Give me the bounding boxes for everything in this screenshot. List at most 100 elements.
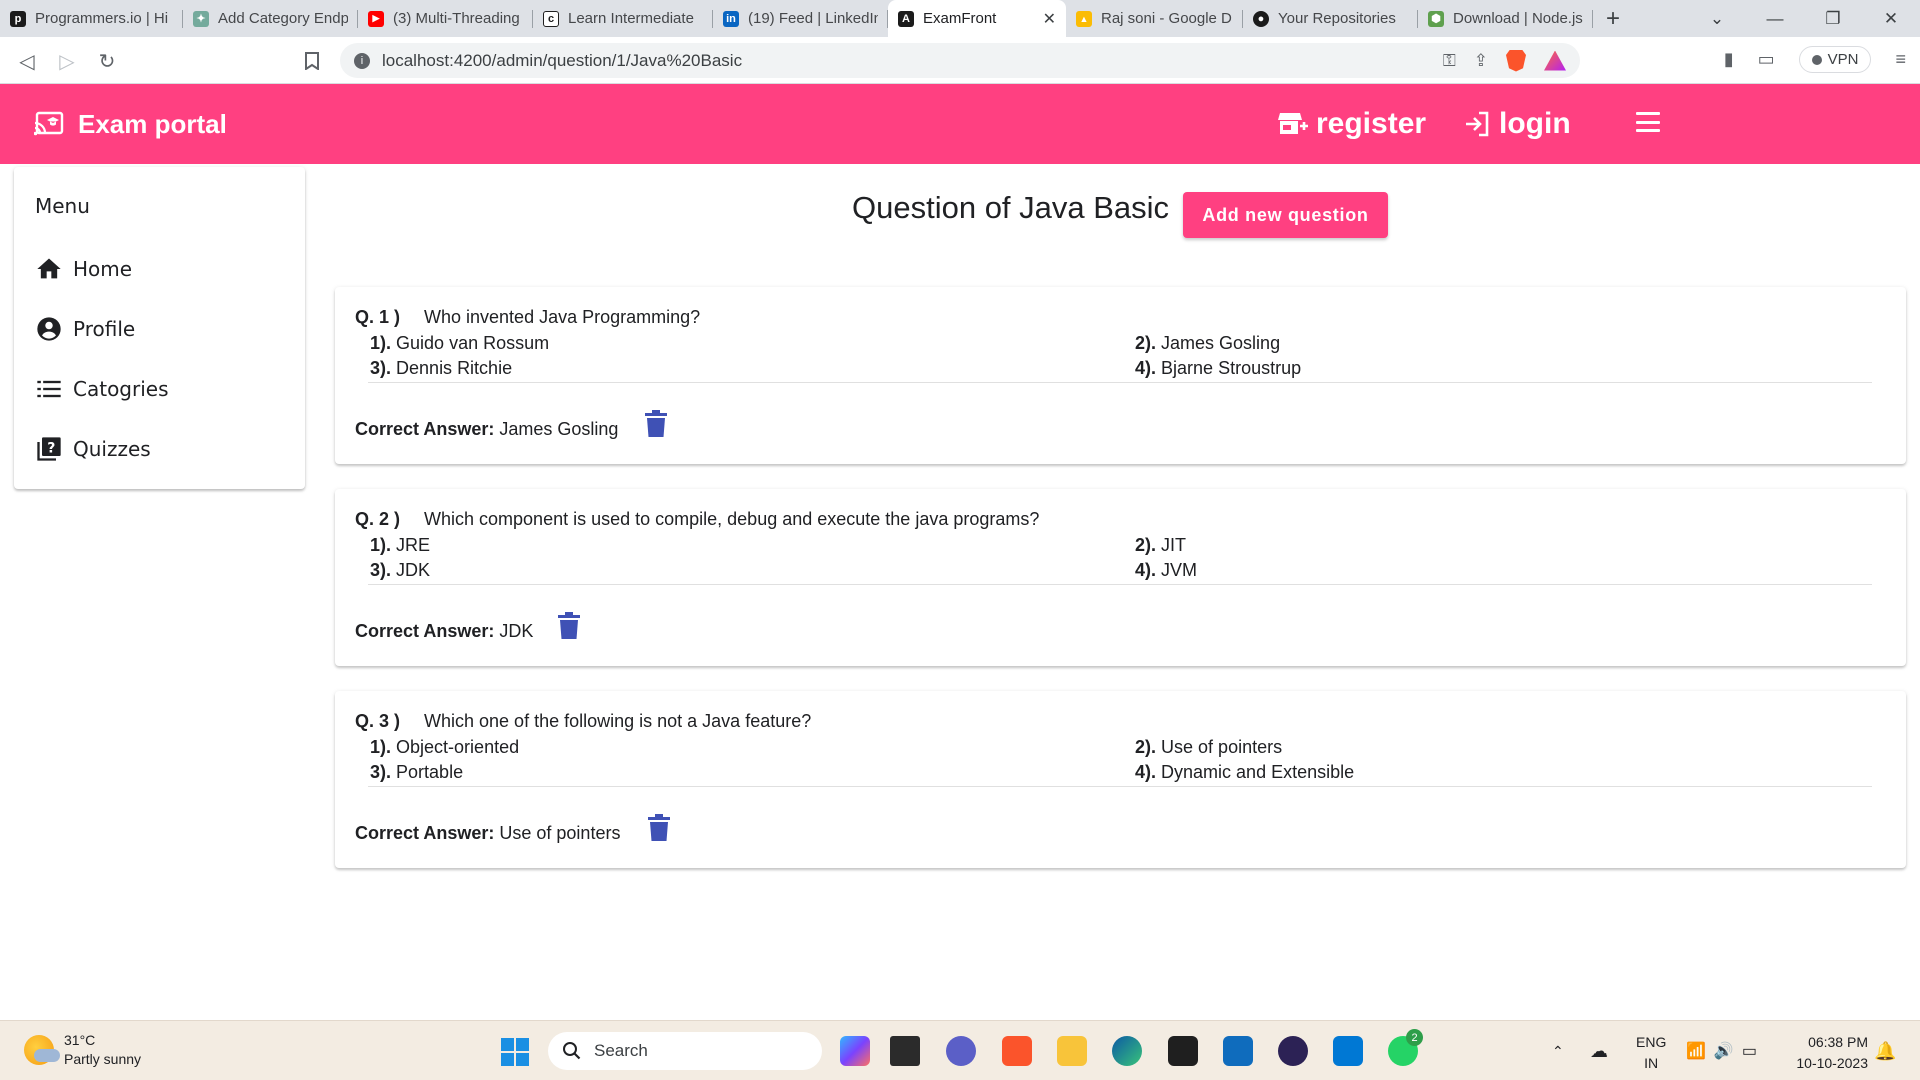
quiz-icon: ? xyxy=(37,437,61,461)
task-view-icon[interactable] xyxy=(890,1036,920,1066)
screen-recorder-icon[interactable] xyxy=(1168,1036,1198,1066)
minimize-icon[interactable]: — xyxy=(1746,0,1804,37)
tab-label: Learn Intermediate xyxy=(568,10,694,27)
new-tab-button[interactable]: + xyxy=(1593,0,1633,37)
option-4: 4). JVM xyxy=(1135,560,1198,580)
clock[interactable]: 06:38 PM 10-10-2023 xyxy=(1796,1032,1868,1074)
onedrive-icon[interactable]: ☁ xyxy=(1590,1021,1608,1080)
back-icon[interactable]: ◁ xyxy=(12,46,42,76)
bookmark-icon[interactable] xyxy=(297,46,327,76)
restore-icon[interactable]: ❐ xyxy=(1804,0,1862,37)
correct-answer: Correct Answer: Use of pointers xyxy=(355,823,621,843)
share-icon[interactable]: ⇪ xyxy=(1474,51,1488,71)
sidebar-item-categories[interactable]: Catogries xyxy=(35,369,285,409)
menu-toggle-icon[interactable] xyxy=(1636,112,1660,132)
sidebar-item-quizzes[interactable]: ? Quizzes xyxy=(35,429,285,469)
language-indicator[interactable]: ENG IN xyxy=(1636,1032,1666,1074)
forward-icon[interactable]: ▷ xyxy=(52,46,82,76)
show-hidden-icons-icon[interactable]: ⌃ xyxy=(1552,1021,1564,1080)
brand[interactable]: Exam portal xyxy=(34,84,227,164)
login-link[interactable]: login xyxy=(1463,84,1571,164)
option-4: 4). Dynamic and Extensible xyxy=(1135,762,1355,782)
option-2: 2). James Gosling xyxy=(1135,333,1281,353)
date: 10-10-2023 xyxy=(1796,1055,1868,1071)
cast-for-education-icon xyxy=(34,111,64,136)
sidebar-item-profile[interactable]: Profile xyxy=(35,309,285,349)
sidebar-item-home[interactable]: Home xyxy=(35,249,285,289)
browser-tab[interactable]: ● Your Repositories xyxy=(1243,0,1418,37)
sidebar-item-label: Profile xyxy=(73,317,136,341)
google-drive-favicon-icon: ▲ xyxy=(1076,10,1092,27)
windows-taskbar: 31°C Partly sunny Search 2 ⌃ ☁ ENG IN 📶 … xyxy=(0,1020,1920,1080)
copilot-icon[interactable] xyxy=(840,1036,870,1066)
delete-icon[interactable] xyxy=(558,612,580,639)
register-link[interactable]: register xyxy=(1278,84,1426,164)
option-3: 3). Portable xyxy=(370,762,464,782)
store-add-icon xyxy=(1278,113,1308,134)
login-label: login xyxy=(1499,107,1571,140)
url-text[interactable]: localhost:4200/admin/question/1/Java%20B… xyxy=(382,51,742,71)
eclipse-icon[interactable] xyxy=(1278,1036,1308,1066)
volume-icon: 🔊 xyxy=(1713,1043,1734,1060)
options-divider xyxy=(368,382,1872,383)
vscode-icon[interactable] xyxy=(1333,1036,1363,1066)
question-number: Q. 3 ) xyxy=(355,711,401,731)
question-card: Q. 1 ) Who invented Java Programming? 1).… xyxy=(335,287,1906,464)
linkedin-favicon-icon: in xyxy=(723,10,739,27)
teams-chat-icon[interactable] xyxy=(946,1036,976,1066)
tab-label: Programmers.io | Hi xyxy=(35,10,169,27)
add-new-question-button[interactable]: Add new question xyxy=(1183,192,1388,238)
site-info-icon[interactable]: i xyxy=(354,52,370,69)
browser-tab[interactable]: ▶ (3) Multi-Threading xyxy=(358,0,533,37)
sidebar-toggle-icon[interactable]: ▮ xyxy=(1724,49,1734,70)
option-3: 3). JDK xyxy=(370,560,431,580)
password-key-icon[interactable]: ⚿ xyxy=(1443,51,1456,71)
option-1: 1). Object-oriented xyxy=(370,737,520,757)
browser-tab[interactable]: ✦ Add Category Endp xyxy=(183,0,358,37)
delete-icon[interactable] xyxy=(648,814,670,841)
vpn-status-icon xyxy=(1811,54,1822,65)
svg-text:?: ? xyxy=(47,441,55,457)
brave-rewards-icon[interactable] xyxy=(1544,50,1566,71)
wallet-icon[interactable]: ▭ xyxy=(1758,49,1775,70)
browser-tab[interactable]: ▲ Raj soni - Google D xyxy=(1066,0,1243,37)
home-icon xyxy=(37,258,61,279)
correct-answer-value: JDK xyxy=(499,621,534,641)
brave-shields-icon[interactable] xyxy=(1506,49,1526,72)
browser-tab[interactable]: p Programmers.io | Hi xyxy=(0,0,183,37)
browser-menu-icon[interactable]: ≡ xyxy=(1895,49,1906,70)
openai-favicon-icon: ✦ xyxy=(193,10,209,27)
vpn-button[interactable]: VPN xyxy=(1798,46,1872,73)
url-bar[interactable]: i localhost:4200/admin/question/1/Java%2… xyxy=(340,43,1580,78)
browser-tab[interactable]: in (19) Feed | LinkedIn xyxy=(713,0,888,37)
browser-tab-active[interactable]: A ExamFront ✕ xyxy=(888,0,1066,37)
microsoft-store-icon[interactable] xyxy=(1223,1036,1253,1066)
start-icon[interactable] xyxy=(501,1038,529,1066)
sidebar-item-label: Home xyxy=(73,257,133,281)
search-label: Search xyxy=(594,1041,648,1060)
taskbar-search[interactable]: Search xyxy=(548,1032,822,1070)
question-text: Who invented Java Programming? xyxy=(424,307,701,327)
question-text: Which one of the following is not a Java… xyxy=(424,711,812,731)
notifications-icon[interactable]: 🔔 xyxy=(1874,1021,1896,1080)
question-line: Q. 2 ) Which component is used to compile… xyxy=(355,509,1039,530)
whatsapp-badge: 2 xyxy=(1406,1029,1423,1046)
browser-tab[interactable]: ⬢ Download | Node.js xyxy=(1418,0,1593,37)
account-circle-icon xyxy=(37,317,61,341)
edge-icon[interactable] xyxy=(1112,1036,1142,1066)
programmers-favicon-icon: p xyxy=(10,10,26,27)
course-favicon-icon: c xyxy=(543,10,559,27)
search-icon xyxy=(563,1042,581,1060)
option-2: 2). Use of pointers xyxy=(1135,737,1283,757)
tab-search-icon[interactable]: ⌄ xyxy=(1688,0,1746,37)
weather-widget[interactable]: 31°C Partly sunny xyxy=(24,1031,141,1069)
brave-browser-icon[interactable] xyxy=(1002,1036,1032,1066)
delete-icon[interactable] xyxy=(645,410,667,437)
close-window-icon[interactable]: ✕ xyxy=(1862,0,1920,37)
browser-tab[interactable]: c Learn Intermediate xyxy=(533,0,713,37)
system-tray[interactable]: 📶 🔊 ▭ xyxy=(1686,1021,1757,1080)
reload-icon[interactable]: ↻ xyxy=(92,46,122,76)
close-tab-icon[interactable]: ✕ xyxy=(1043,9,1056,29)
login-icon xyxy=(1466,111,1489,137)
file-explorer-icon[interactable] xyxy=(1057,1036,1087,1066)
